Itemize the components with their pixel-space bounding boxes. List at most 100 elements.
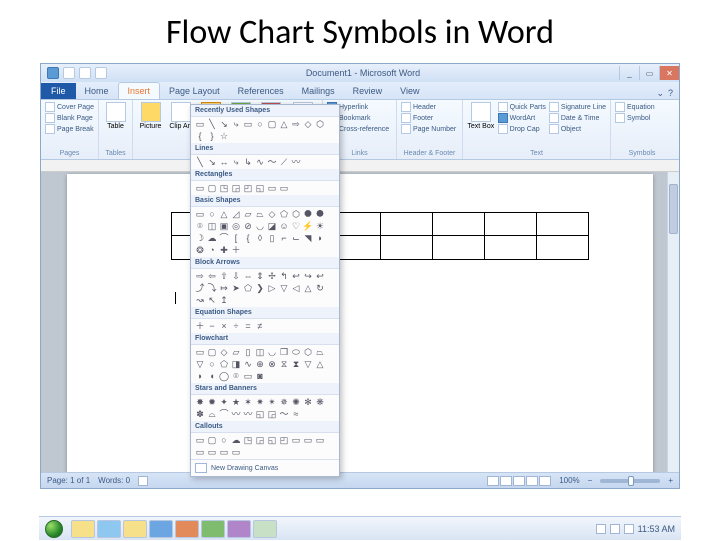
wordart-button[interactable]: WordArt <box>498 113 546 123</box>
arrow-leftup-icon[interactable]: ↖ <box>207 295 217 305</box>
blank-page-button[interactable]: Blank Page <box>45 113 94 123</box>
eq-plus-icon[interactable]: ＋ <box>195 321 205 331</box>
arrow-uturn-icon[interactable]: ↩ <box>291 271 301 281</box>
page-number-button[interactable]: Page Number <box>401 124 456 134</box>
object-button[interactable]: Object <box>549 124 606 134</box>
tab-review[interactable]: Review <box>344 83 392 99</box>
tab-references[interactable]: References <box>229 83 293 99</box>
basic-donut-icon[interactable]: ◎ <box>231 221 241 231</box>
arrow-notched-icon[interactable]: ➤ <box>231 283 241 293</box>
round-rect-icon[interactable]: ▢ <box>207 183 217 193</box>
tray-volume-icon[interactable] <box>624 524 634 534</box>
shape-oval-icon[interactable]: ○ <box>255 119 265 129</box>
zoom-minus-icon[interactable]: − <box>588 476 593 485</box>
web-layout-view-icon[interactable] <box>513 476 525 486</box>
star-12pt-icon[interactable]: ✺ <box>291 397 301 407</box>
basic-folded-corner-icon[interactable]: ◪ <box>267 221 277 231</box>
star-32pt-icon[interactable]: ✽ <box>195 409 205 419</box>
basic-octagon-icon[interactable]: ⯄ <box>315 209 325 219</box>
basic-l-shape-icon[interactable]: ⌙ <box>291 233 301 243</box>
tray-flag-icon[interactable] <box>596 524 606 534</box>
basic-half-frame-icon[interactable]: ⌐ <box>279 233 289 243</box>
arrow-left-icon[interactable]: ⇦ <box>207 271 217 281</box>
ribbon-up-icon[interactable]: ⌓ <box>207 409 217 419</box>
basic-plaque-icon[interactable]: ◊ <box>255 233 265 243</box>
fc-connector-icon[interactable]: ○ <box>207 359 217 369</box>
fc-magnetic-disk-icon[interactable]: ⌾ <box>231 371 241 381</box>
callout-oval-icon[interactable]: ○ <box>219 435 229 445</box>
basic-heptagon-icon[interactable]: ⯃ <box>303 209 313 219</box>
basic-no-icon[interactable]: ⊘ <box>243 221 253 231</box>
arrow-up-icon[interactable]: ⇧ <box>219 271 229 281</box>
fc-terminator-icon[interactable]: ⬭ <box>291 347 301 357</box>
eq-equal-icon[interactable]: = <box>243 321 253 331</box>
basic-diag-stripe-icon[interactable]: ◥ <box>303 233 313 243</box>
tray-network-icon[interactable] <box>610 524 620 534</box>
shape-textbox-icon[interactable]: ▭ <box>195 119 205 129</box>
round-diag-rect-icon[interactable]: ▭ <box>279 183 289 193</box>
task-ie-icon[interactable] <box>97 520 121 538</box>
signature-line-button[interactable]: Signature Line <box>549 102 606 112</box>
tab-page-layout[interactable]: Page Layout <box>160 83 229 99</box>
tab-view[interactable]: View <box>391 83 428 99</box>
scribble-icon[interactable]: 〰 <box>291 157 301 167</box>
star-16pt-icon[interactable]: ✻ <box>303 397 313 407</box>
elbow-connector-icon[interactable]: ⤷ <box>231 157 241 167</box>
close-button[interactable]: ✕ <box>659 66 679 80</box>
task-excel-icon[interactable] <box>201 520 225 538</box>
full-screen-view-icon[interactable] <box>500 476 512 486</box>
basic-right-triangle-icon[interactable]: ◿ <box>231 209 241 219</box>
fc-card-icon[interactable]: ◨ <box>231 359 241 369</box>
status-page[interactable]: Page: 1 of 1 <box>47 476 90 485</box>
basic-cross-icon[interactable]: ✚ <box>219 245 229 255</box>
line-arrow-icon[interactable]: ↘ <box>207 157 217 167</box>
shape-hexagon-icon[interactable]: ⬡ <box>315 119 325 129</box>
zoom-slider-thumb[interactable] <box>628 476 634 486</box>
tab-file[interactable]: File <box>41 83 76 99</box>
arrow-right-icon[interactable]: ⇨ <box>195 271 205 281</box>
basic-cloud-icon[interactable]: ☁ <box>207 233 217 243</box>
line-icon[interactable]: ╲ <box>195 157 205 167</box>
cover-page-button[interactable]: Cover Page <box>45 102 94 112</box>
fc-stored-data-icon[interactable]: ◗ <box>195 371 205 381</box>
word-icon[interactable] <box>47 67 59 79</box>
fc-summing-icon[interactable]: ⊕ <box>255 359 265 369</box>
eq-divide-icon[interactable]: ÷ <box>231 321 241 331</box>
page[interactable] <box>67 174 653 472</box>
fc-manual-input-icon[interactable]: ⏢ <box>315 347 325 357</box>
shape-line-icon[interactable]: ╲ <box>207 119 217 129</box>
fc-tape-icon[interactable]: ∿ <box>243 359 253 369</box>
fc-sort-icon[interactable]: ⧗ <box>291 359 301 369</box>
line-double-arrow-icon[interactable]: ↔ <box>219 157 229 167</box>
ribbon-down-icon[interactable]: ⌒ <box>219 409 229 419</box>
arrow-quad-icon[interactable]: ✢ <box>267 271 277 281</box>
arrow-callout-left-icon[interactable]: ◁ <box>291 283 301 293</box>
basic-sun-icon[interactable]: ☀ <box>315 221 325 231</box>
callout-accent1-icon[interactable]: ▭ <box>291 435 301 445</box>
fc-direct-access-icon[interactable]: ▭ <box>243 371 253 381</box>
fc-document-icon[interactable]: ◡ <box>267 347 277 357</box>
fc-extract-icon[interactable]: ▽ <box>303 359 313 369</box>
star-7pt-icon[interactable]: ✷ <box>255 397 265 407</box>
table-button[interactable]: Table <box>103 102 128 130</box>
basic-diamond-icon[interactable]: ◇ <box>267 209 277 219</box>
star-explosion2-icon[interactable]: ✹ <box>207 397 217 407</box>
arrow-updown-icon[interactable]: ⇕ <box>255 271 265 281</box>
callout-line3-icon[interactable]: ◱ <box>267 435 277 445</box>
callout-line1-icon[interactable]: ◳ <box>243 435 253 445</box>
basic-oval-icon[interactable]: ○ <box>207 209 217 219</box>
task-explorer-icon[interactable] <box>71 520 95 538</box>
arrow-curved-up-icon[interactable]: ⤴ <box>195 283 205 293</box>
fc-decision-icon[interactable]: ◇ <box>219 347 229 357</box>
fc-multidoc-icon[interactable]: ❒ <box>279 347 289 357</box>
basic-triangle-icon[interactable]: △ <box>219 209 229 219</box>
maximize-button[interactable]: ▭ <box>639 66 659 80</box>
callout-accent3-icon[interactable]: ▭ <box>315 435 325 445</box>
double-wave-icon[interactable]: ≈ <box>291 409 301 419</box>
arrow-callout-right-icon[interactable]: ▷ <box>267 283 277 293</box>
basic-moon-icon[interactable]: ☽ <box>195 233 205 243</box>
shape-arrow-icon[interactable]: ↘ <box>219 119 229 129</box>
elbow-arrow-icon[interactable]: ↳ <box>243 157 253 167</box>
basic-brace-icon[interactable]: { <box>243 233 253 243</box>
arrow-curved-right-icon[interactable]: ↪ <box>303 271 313 281</box>
